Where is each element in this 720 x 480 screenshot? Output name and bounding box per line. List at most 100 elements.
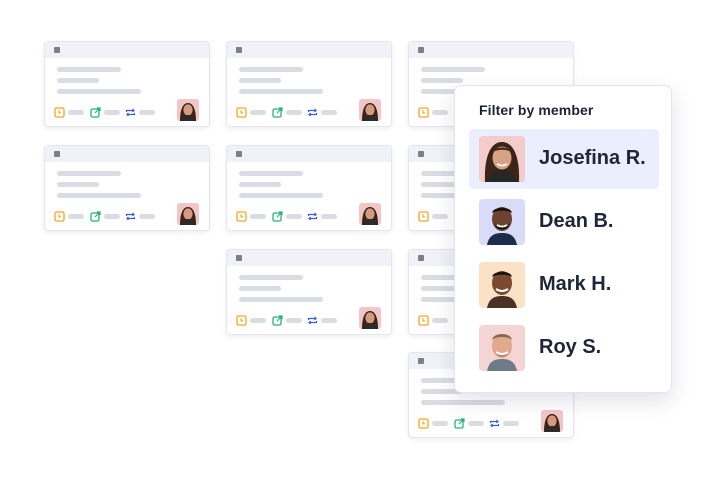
avatar-mark [479, 262, 525, 308]
avatar-josefina [479, 136, 525, 182]
assignee-avatar [541, 410, 563, 432]
task-card[interactable] [226, 145, 392, 231]
skeleton-line [57, 193, 141, 198]
assignee-avatar [359, 99, 381, 121]
skeleton-line [57, 182, 99, 187]
avatar-roy [479, 325, 525, 371]
skeleton-line [57, 67, 121, 72]
card-header [227, 42, 391, 58]
repeat-icon [307, 315, 318, 326]
card-status-dot [418, 358, 424, 364]
meta-placeholder [68, 214, 84, 219]
meta-placeholder [139, 214, 155, 219]
meta-placeholder [432, 421, 448, 426]
meta-placeholder [250, 318, 266, 323]
meta-placeholder [503, 421, 519, 426]
assignee-avatar [177, 203, 199, 225]
clock-icon [236, 315, 247, 326]
skeleton-line [421, 67, 485, 72]
external-link-icon [90, 107, 101, 118]
skeleton-line [421, 400, 505, 405]
clock-icon [236, 107, 247, 118]
member-item-roy[interactable]: Roy S. [469, 318, 659, 378]
member-name: Josefina R. [539, 147, 646, 169]
meta-placeholder [321, 318, 337, 323]
meta-placeholder [321, 214, 337, 219]
skeleton-line [239, 182, 281, 187]
skeleton-line [239, 67, 303, 72]
skeleton-line [239, 89, 323, 94]
member-item-mark[interactable]: Mark H. [469, 255, 659, 315]
meta-placeholder [286, 318, 302, 323]
repeat-icon [307, 211, 318, 222]
repeat-icon [307, 107, 318, 118]
card-status-dot [54, 151, 60, 157]
meta-placeholder [432, 214, 448, 219]
clock-icon [418, 107, 429, 118]
clock-icon [54, 211, 65, 222]
avatar-dean [479, 199, 525, 245]
skeleton-line [57, 78, 99, 83]
external-link-icon [272, 315, 283, 326]
meta-placeholder [104, 110, 120, 115]
clock-icon [418, 211, 429, 222]
meta-placeholder [250, 110, 266, 115]
clock-icon [236, 211, 247, 222]
card-status-dot [236, 47, 242, 53]
meta-placeholder [321, 110, 337, 115]
external-link-icon [90, 211, 101, 222]
task-card[interactable] [44, 41, 210, 127]
clock-icon [418, 315, 429, 326]
task-card[interactable] [226, 249, 392, 335]
skeleton-line [239, 193, 323, 198]
member-item-dean[interactable]: Dean B. [469, 192, 659, 252]
card-header [227, 250, 391, 266]
meta-placeholder [104, 214, 120, 219]
skeleton-line [239, 297, 323, 302]
meta-placeholder [250, 214, 266, 219]
repeat-icon [489, 418, 500, 429]
card-header [45, 42, 209, 58]
card-status-dot [418, 47, 424, 53]
card-status-dot [236, 151, 242, 157]
skeleton-line [239, 286, 281, 291]
member-name: Mark H. [539, 273, 612, 295]
skeleton-line [421, 78, 463, 83]
assignee-avatar [359, 307, 381, 329]
meta-placeholder [286, 214, 302, 219]
member-name: Roy S. [539, 336, 602, 358]
filter-panel-title: Filter by member [479, 102, 594, 118]
clock-icon [54, 107, 65, 118]
external-link-icon [272, 107, 283, 118]
assignee-avatar [359, 203, 381, 225]
card-status-dot [418, 151, 424, 157]
meta-placeholder [68, 110, 84, 115]
filter-panel: Filter by member Josefina R. Dean B. Mar… [454, 85, 672, 393]
task-card[interactable] [44, 145, 210, 231]
card-header [45, 146, 209, 162]
meta-placeholder [468, 421, 484, 426]
skeleton-line [57, 89, 141, 94]
member-item-josefina[interactable]: Josefina R. [469, 129, 659, 189]
skeleton-line [57, 171, 121, 176]
skeleton-line [239, 275, 303, 280]
assignee-avatar [177, 99, 199, 121]
task-card[interactable] [226, 41, 392, 127]
card-status-dot [236, 255, 242, 261]
member-name: Dean B. [539, 210, 614, 232]
meta-placeholder [139, 110, 155, 115]
external-link-icon [454, 418, 465, 429]
card-header [227, 146, 391, 162]
card-status-dot [418, 255, 424, 261]
meta-placeholder [286, 110, 302, 115]
card-header [409, 42, 573, 58]
meta-placeholder [432, 318, 448, 323]
external-link-icon [272, 211, 283, 222]
repeat-icon [125, 211, 136, 222]
skeleton-line [239, 171, 303, 176]
repeat-icon [125, 107, 136, 118]
skeleton-line [239, 78, 281, 83]
meta-placeholder [432, 110, 448, 115]
card-status-dot [54, 47, 60, 53]
clock-icon [418, 418, 429, 429]
